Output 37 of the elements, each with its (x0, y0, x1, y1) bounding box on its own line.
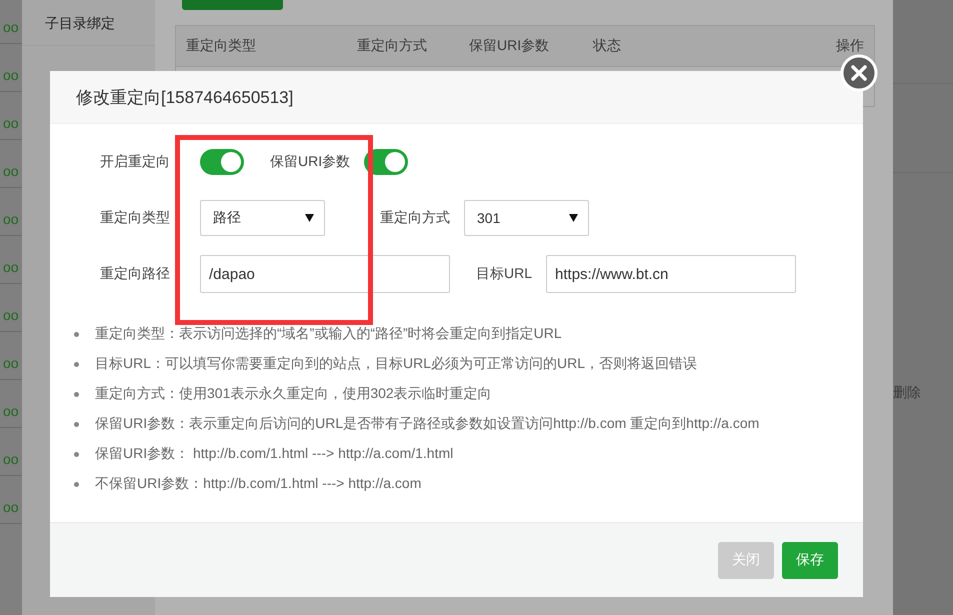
column-header: 状态 (593, 37, 621, 55)
caret-icon (305, 214, 314, 222)
help-note: 保留URI参数： http://b.com/1.html ---> http://a.com/1.html (95, 445, 454, 463)
toggle-switch[interactable] (200, 149, 244, 175)
site-name: oo (3, 307, 19, 323)
help-note: 重定向类型：表示访问选择的“域名”或输入的“路径”时将会重定向到指定URL (95, 325, 562, 343)
field-label: 目标URL (476, 265, 532, 283)
site-name: oo (3, 67, 19, 83)
column-header: 重定向类型 (186, 37, 256, 55)
help-note: 目标URL：可以填写你需要重定向到的站点，目标URL必须为可正常访问的URL，否则将返回错误 (95, 355, 698, 373)
site-name: oo (3, 211, 19, 227)
site-name: oo (3, 115, 19, 131)
column-header: 重定向方式 (357, 37, 427, 55)
dialog-title: 修改重定向[1587464650513] (76, 86, 294, 108)
field-label: 开启重定向 (100, 153, 171, 171)
field-label: 重定向类型 (100, 209, 171, 227)
sidebar-item[interactable]: 子目录绑定 (45, 15, 115, 31)
site-name: oo (3, 403, 19, 419)
site-name: oo (3, 355, 19, 371)
select-field[interactable]: 路径 (200, 200, 325, 236)
help-note: 保留URI参数：表示重定向后访问的URL是否带有子路径或参数如设置访问http://b.com 重定向到http://a.com (95, 415, 760, 433)
column-header: 保留URI参数 (469, 37, 550, 55)
caret-icon (569, 214, 578, 222)
site-name: oo (3, 163, 19, 179)
input-field[interactable]: /dapao (200, 255, 450, 293)
site-name: oo (3, 259, 19, 275)
column-header: 操作 (836, 37, 864, 55)
site-name: oo (3, 499, 19, 515)
select-field[interactable]: 301 (464, 200, 589, 236)
site-name: oo (3, 451, 19, 467)
field-label: 重定向路径 (100, 265, 171, 283)
field-label: 保留URI参数 (270, 153, 350, 171)
site-name: oo (3, 19, 19, 35)
field-label: 重定向方式 (380, 209, 450, 227)
help-note: 重定向方式：使用301表示永久重定向，使用302表示临时重定向 (95, 385, 492, 403)
input-field[interactable]: https://www.bt.cn (546, 255, 796, 293)
help-note: 不保留URI参数：http://b.com/1.html ---> http://a.com (95, 475, 422, 493)
